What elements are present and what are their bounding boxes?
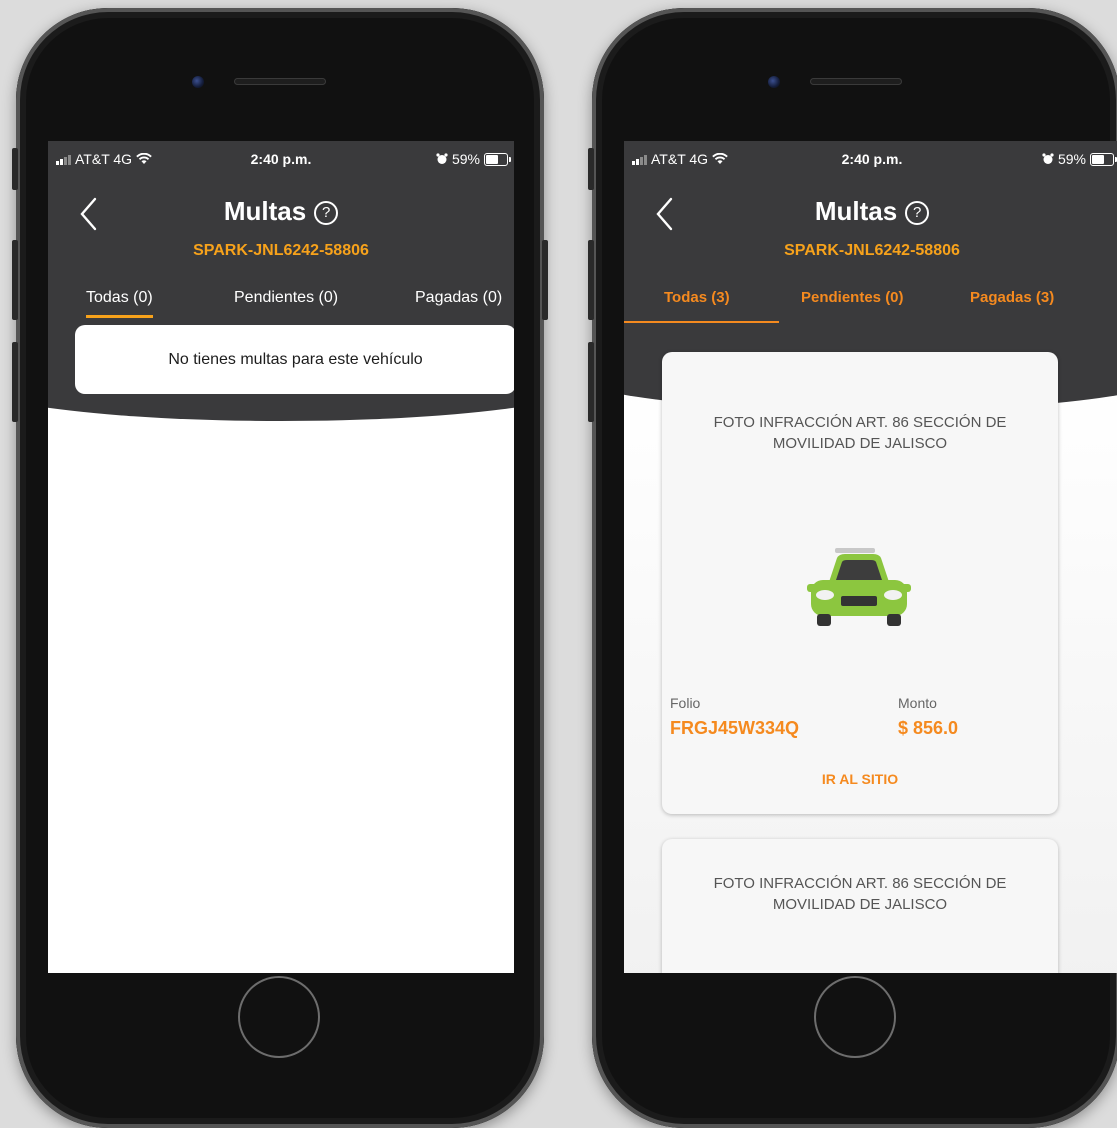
tabs-bar: Todas (3) Pendientes (0) Pagadas (3) — [624, 289, 1117, 321]
tab-todas[interactable]: Todas (3) — [664, 289, 730, 306]
tab-label: Todas (0) — [86, 289, 153, 306]
tab-label: Pendientes (0) — [234, 289, 339, 306]
power-button — [542, 240, 548, 320]
silent-switch — [12, 148, 18, 190]
empty-message: No tienes multas para este vehículo — [168, 351, 423, 368]
page-title-row: Multas? — [624, 196, 1117, 227]
battery-group: 59% — [1042, 151, 1117, 167]
tab-pagadas[interactable]: Pagadas (3) — [970, 289, 1054, 306]
earpiece-speaker — [234, 78, 326, 85]
tab-pagadas[interactable]: Pagadas (0) — [415, 289, 502, 307]
volume-down-button — [12, 342, 18, 422]
battery-group: 59% — [436, 151, 511, 167]
tab-todas[interactable]: Todas (0) — [86, 289, 153, 318]
tab-label: Pendientes (0) — [801, 289, 904, 306]
tab-label: Pagadas (3) — [970, 289, 1055, 306]
fine-title: FOTO INFRACCIÓN ART. 86 SECCIÓN DE MOVIL… — [713, 414, 1007, 452]
volume-up-button — [588, 240, 594, 320]
screen-right: AT&T 4G 2:40 p.m. 59% Multas? SPARK-JNL6… — [624, 141, 1117, 973]
status-bar: AT&T 4G 2:40 p.m. 59% — [624, 149, 1117, 171]
page-title: Multas — [223, 196, 307, 226]
battery-icon — [1090, 152, 1117, 166]
tab-active-indicator — [624, 321, 779, 323]
volume-up-button — [12, 240, 18, 320]
phone-left: AT&T 4G 2:40 p.m. 59% Multas? SPARK-JNL6… — [12, 8, 548, 1128]
tab-label: Todas (3) — [664, 289, 730, 306]
page-title-row: Multas? — [48, 196, 514, 227]
page-title: Multas — [814, 196, 898, 226]
help-icon[interactable]: ? — [314, 201, 339, 225]
tab-pendientes[interactable]: Pendientes (0) — [234, 289, 338, 307]
vehicle-plate: SPARK-JNL6242-58806 — [193, 242, 369, 259]
home-button[interactable] — [814, 976, 896, 1058]
battery-icon — [484, 152, 511, 166]
fine-title: FOTO INFRACCIÓN ART. 86 SECCIÓN DE MOVIL… — [713, 875, 1007, 913]
battery-percent: 59% — [451, 151, 480, 167]
tab-label: Pagadas (0) — [415, 289, 503, 306]
tab-pendientes[interactable]: Pendientes (0) — [801, 289, 904, 306]
earpiece-speaker — [810, 78, 902, 85]
folio-value: FRGJ45W334Q — [670, 718, 800, 738]
tabs-bar: Todas (0) Pendientes (0) Pagadas (0) — [48, 289, 514, 321]
tab-active-indicator — [86, 315, 153, 318]
battery-percent: 59% — [1057, 151, 1086, 167]
screen-left: AT&T 4G 2:40 p.m. 59% Multas? SPARK-JNL6… — [48, 141, 514, 973]
volume-down-button — [588, 342, 594, 422]
status-bar: AT&T 4G 2:40 p.m. 59% — [48, 149, 514, 171]
fine-card[interactable]: FOTO INFRACCIÓN ART. 86 SECCIÓN DE MOVIL… — [662, 352, 1058, 814]
alarm-icon — [436, 153, 448, 164]
car-icon — [807, 548, 911, 626]
monto-label: Monto — [898, 695, 937, 711]
vehicle-plate: SPARK-JNL6242-58806 — [784, 242, 960, 259]
ir-al-sitio-button[interactable]: IR AL SITIO — [662, 771, 1058, 787]
silent-switch — [588, 148, 594, 190]
monto-value: $ 856.0 — [898, 718, 959, 738]
folio-label: Folio — [670, 695, 701, 711]
fine-card[interactable]: FOTO INFRACCIÓN ART. 86 SECCIÓN DE MOVIL… — [662, 839, 1058, 973]
help-icon[interactable]: ? — [905, 201, 930, 225]
home-button[interactable] — [238, 976, 320, 1058]
front-camera — [192, 76, 204, 88]
phone-right: AT&T 4G 2:40 p.m. 59% Multas? SPARK-JNL6… — [588, 8, 1117, 1128]
alarm-icon — [1042, 153, 1054, 164]
front-camera — [768, 76, 780, 88]
empty-state-card: No tienes multas para este vehículo — [75, 325, 514, 394]
